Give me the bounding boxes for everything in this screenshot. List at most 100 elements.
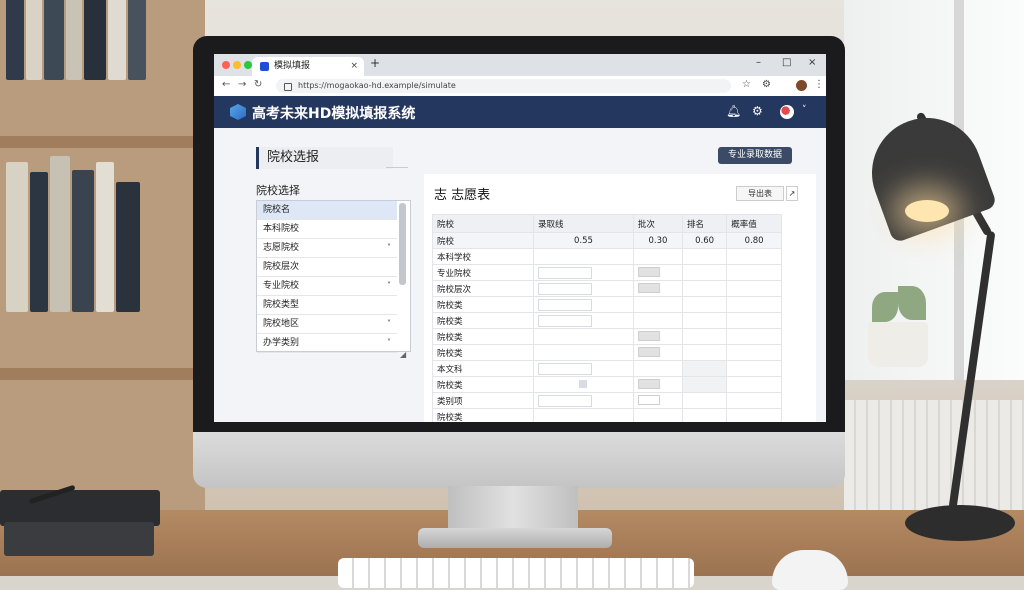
checkbox[interactable] (637, 347, 660, 358)
plant-leaf (872, 292, 898, 322)
app-header: 高考未来HD模拟填报系统 🔔︎ ⚙ ˅ (214, 96, 826, 128)
resize-handle-icon[interactable]: ◢ (400, 350, 406, 359)
table-header-row: 院校 录取线 批次 排名 概率值 (432, 214, 782, 233)
column-header[interactable]: 录取线 (533, 214, 634, 233)
export-button[interactable]: 导出表 (736, 186, 784, 201)
card-title: 志 志愿表 (434, 188, 491, 203)
bookmark-star-icon[interactable]: ☆ (742, 79, 751, 90)
table-cell: 院校类 (432, 328, 534, 345)
list-item[interactable]: 办学类别 ˅ (257, 334, 397, 353)
list-item[interactable]: 本科院校 (257, 220, 397, 239)
table-cell: 院校类 (432, 344, 534, 361)
volunteer-table-card: 志 志愿表 导出表 ↗ 院校 录取线 批次 排名 概率值 院校 0.55 0.3… (424, 174, 816, 422)
monitor-foot (418, 528, 612, 548)
table-cell: 专业院校 (432, 264, 534, 281)
column-header[interactable]: 批次 (632, 214, 683, 233)
checkbox[interactable] (637, 283, 660, 294)
list-label: 院校选择 (256, 184, 300, 197)
expand-icon[interactable]: ↗ (786, 186, 798, 201)
table-cell: 类别项 (432, 392, 534, 409)
new-tab-button[interactable]: + (370, 56, 380, 70)
column-header[interactable]: 院校 (432, 214, 534, 233)
address-bar[interactable]: https://mogaokao-hd.example/simulate (276, 79, 731, 93)
table-row[interactable]: 院校类 (432, 408, 782, 422)
lock-icon (284, 83, 292, 91)
list-item[interactable]: 志愿院校 ˅ (257, 239, 397, 258)
checkbox[interactable] (637, 379, 660, 390)
screen: 模拟填报 × + – □ × ← → ↻ https://mogaokao-hd… (214, 54, 826, 422)
table-row[interactable]: 院校 0.55 0.30 0.60 0.80 (432, 232, 782, 249)
list-scrollbar[interactable] (399, 203, 406, 285)
list-item[interactable]: 专业院校 ˅ (257, 277, 397, 296)
lamp-base (905, 505, 1015, 541)
table-row[interactable]: 本文科 (432, 360, 782, 377)
table-row[interactable]: 院校类 (432, 296, 782, 313)
table-cell: 0.80 (726, 232, 782, 249)
table-cell: 本文科 (432, 360, 534, 377)
inline-input[interactable] (538, 394, 592, 407)
radiator (844, 400, 1024, 510)
window-minimize-button[interactable]: – (756, 57, 761, 68)
table-cell: 院校类 (432, 296, 534, 313)
monitor-chin (193, 432, 845, 488)
user-menu-chevron-icon[interactable]: ˅ (802, 105, 807, 115)
browser-menu-icon[interactable]: ⋮ (814, 79, 824, 90)
table-row[interactable]: 院校类 (432, 344, 782, 361)
favicon-icon (260, 62, 269, 71)
minimize-dot-icon[interactable] (233, 61, 241, 69)
table-cell: 0.55 (533, 232, 634, 249)
table-row[interactable]: 专业院校 (432, 264, 782, 281)
bell-icon[interactable]: 🔔︎ (726, 104, 741, 118)
table-row[interactable]: 本科学校 (432, 248, 782, 265)
window-maximize-button[interactable]: □ (782, 57, 791, 68)
monitor-stand (448, 486, 578, 532)
inline-input[interactable] (538, 314, 592, 327)
extension-gear-icon[interactable]: ⚙ (762, 79, 771, 90)
inline-input[interactable] (538, 362, 592, 375)
notebook (4, 522, 154, 556)
selection-marker[interactable] (579, 380, 588, 388)
tab-title: 模拟填报 (274, 61, 311, 71)
window-close-button[interactable]: × (808, 57, 816, 68)
gear-icon[interactable]: ⚙ (752, 104, 763, 118)
table-row[interactable]: 类别项 (432, 392, 782, 409)
app-title: 高考未来HD模拟填报系统 (252, 106, 416, 122)
inline-input[interactable] (538, 266, 592, 279)
list-item[interactable]: 院校地区 ˅ (257, 315, 397, 334)
reload-icon[interactable]: ↻ (254, 79, 262, 90)
list-item[interactable]: 院校类型 (257, 296, 397, 315)
checkbox[interactable] (637, 395, 660, 406)
list-item[interactable]: 院校层次 (257, 258, 397, 277)
checkbox[interactable] (637, 331, 660, 342)
user-avatar[interactable] (780, 105, 794, 119)
table-cell: 0.60 (681, 232, 728, 249)
table-cell: 院校 (432, 232, 534, 249)
browser-profile-avatar[interactable] (796, 80, 807, 91)
table-row[interactable]: 院校类 (432, 328, 782, 345)
inline-input[interactable] (538, 282, 592, 295)
inline-input[interactable] (538, 298, 592, 311)
table-row[interactable]: 院校层次 (432, 280, 782, 297)
column-header[interactable]: 排名 (681, 214, 728, 233)
close-dot-icon[interactable] (222, 61, 230, 69)
forward-icon[interactable]: → (238, 79, 246, 90)
admission-data-button[interactable]: 专业录取数据 (718, 147, 792, 164)
browser-tab[interactable]: 模拟填报 × (252, 57, 364, 76)
table-row[interactable]: 院校类 (432, 312, 782, 329)
chevron-down-icon: ˅ (387, 243, 391, 252)
list-item[interactable]: 院校名 (257, 201, 397, 220)
tab-close-icon[interactable]: × (350, 57, 358, 76)
back-icon[interactable]: ← (222, 79, 230, 90)
maximize-dot-icon[interactable] (244, 61, 252, 69)
browser-tab-bar: 模拟填报 × + – □ × (214, 54, 826, 76)
chevron-down-icon: ˅ (387, 319, 391, 328)
volunteer-table: 院校 录取线 批次 排名 概率值 院校 0.55 0.30 0.60 0.80 … (432, 214, 782, 422)
table-row[interactable]: 院校类 (432, 376, 782, 393)
app-logo-icon (230, 104, 246, 120)
plant-leaf (898, 286, 926, 320)
table-cell: 0.30 (632, 232, 683, 249)
checkbox[interactable] (637, 267, 660, 278)
bookshelf (0, 0, 205, 520)
url-text: https://mogaokao-hd.example/simulate (298, 81, 456, 90)
column-header[interactable]: 概率值 (726, 214, 782, 233)
